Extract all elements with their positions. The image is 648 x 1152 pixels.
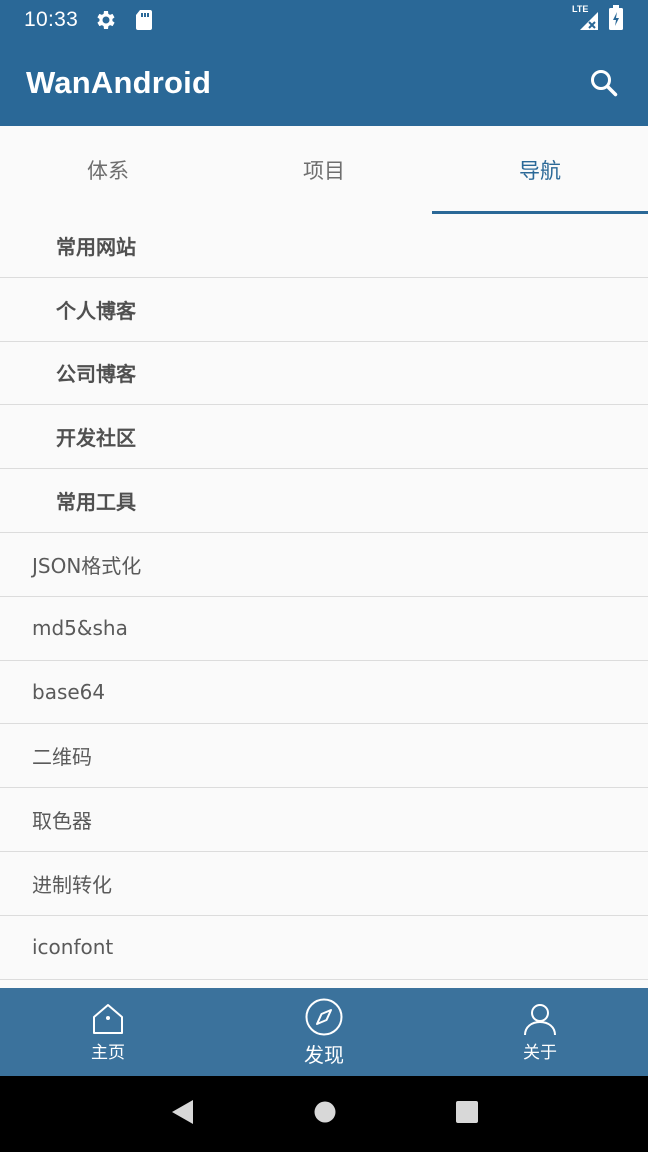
category-item[interactable]: 公司博客 [0, 342, 648, 406]
nav-home-label: 主页 [91, 1042, 125, 1063]
back-button[interactable] [169, 1098, 195, 1130]
link-item[interactable]: JSON格式化 [0, 533, 648, 597]
network-type: LTE [572, 4, 589, 14]
link-item[interactable]: 进制转化 [0, 852, 648, 916]
search-icon [591, 70, 618, 97]
lte-signal-icon: LTE [572, 4, 600, 32]
bottom-navigation: 主页 发现 关于 [0, 988, 648, 1076]
home-button[interactable] [313, 1100, 337, 1128]
link-item[interactable]: 二维码 [0, 724, 648, 789]
home-circle-icon [314, 1101, 336, 1123]
category-item[interactable]: 个人博客 [0, 278, 648, 342]
app-bar: WanAndroid [0, 40, 648, 126]
recents-button[interactable] [455, 1100, 479, 1128]
status-time: 10:33 [24, 8, 79, 31]
tab-system[interactable]: 体系 [0, 126, 216, 214]
nav-discover-label: 发现 [304, 1042, 344, 1067]
nav-about[interactable]: 关于 [432, 988, 648, 1076]
link-item[interactable]: 取色器 [0, 788, 648, 852]
nav-about-label: 关于 [523, 1042, 557, 1063]
category-item[interactable]: 开发社区 [0, 405, 648, 470]
tab-projects[interactable]: 项目 [216, 126, 432, 214]
category-item[interactable]: 常用工具 [0, 469, 648, 533]
tab-navigation[interactable]: 导航 [432, 126, 648, 214]
link-item[interactable]: md5&sha [0, 597, 648, 661]
link-item[interactable]: iconfont [0, 916, 648, 980]
link-item[interactable]: base64 [0, 661, 648, 725]
compass-icon [305, 998, 343, 1035]
system-navigation-bar [0, 1076, 648, 1152]
search-button[interactable] [586, 65, 622, 101]
nav-discover[interactable]: 发现 [216, 988, 432, 1076]
battery-icon [608, 5, 624, 35]
tab-bar: 体系 项目 导航 [0, 126, 648, 214]
back-triangle-icon [172, 1100, 193, 1124]
settings-icon [94, 8, 118, 32]
status-bar: 10:33 LTE [0, 0, 648, 40]
nav-home[interactable]: 主页 [0, 988, 216, 1076]
navigation-list: 常用网站 个人博客 公司博客 开发社区 常用工具 JSON格式化 md5&sha… [0, 214, 648, 980]
category-item[interactable]: 常用网站 [0, 214, 648, 278]
sd-card-icon [134, 8, 154, 32]
recents-square-icon [456, 1101, 478, 1123]
app-title: WanAndroid [26, 65, 212, 100]
home-icon [93, 1003, 123, 1034]
person-icon [524, 1003, 556, 1035]
